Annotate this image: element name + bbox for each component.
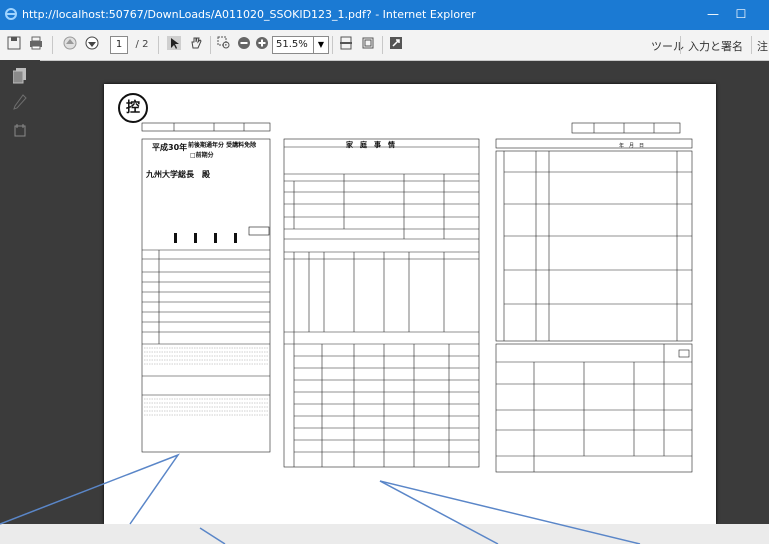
- next-page-icon[interactable]: [84, 36, 100, 54]
- window-title: http://localhost:50767/DownLoads/A011020…: [22, 8, 476, 21]
- read-mode-icon[interactable]: [388, 36, 404, 54]
- bookmark-pen-icon[interactable]: [12, 94, 28, 110]
- pdf-page: 平成30年 前後期通年分 受講料免除 □前期分 九州大学総長 殿 家 庭 事 情…: [104, 84, 716, 524]
- zoom-out-icon[interactable]: [236, 36, 252, 54]
- title-bar: http://localhost:50767/DownLoads/A011020…: [0, 0, 769, 30]
- toolbar-separator: [680, 36, 681, 54]
- print-icon[interactable]: [28, 36, 44, 54]
- form-year: 平成30年: [152, 143, 188, 152]
- toolbar-separator: [210, 36, 211, 54]
- form-title: 前後期通年分 受講料免除: [188, 142, 257, 149]
- page-thumbnails-icon[interactable]: [12, 68, 28, 84]
- zoom-dropdown-chevron-icon[interactable]: ▼: [313, 36, 329, 54]
- pdf-toolbar: 1 / 2 51.5% ▼ ツール 入力と署名 注: [0, 30, 769, 61]
- form-recipient: 九州大学総長 殿: [146, 170, 210, 179]
- navigation-rail: [0, 60, 40, 544]
- copy-stamp: 控: [118, 93, 148, 123]
- hand-tool-icon[interactable]: [188, 36, 204, 54]
- internet-explorer-icon: [5, 8, 17, 20]
- zoom-marquee-icon[interactable]: [216, 36, 232, 54]
- form-subtitle: □前期分: [190, 152, 214, 159]
- select-cursor-icon[interactable]: [166, 36, 182, 54]
- attachments-icon[interactable]: [12, 122, 28, 138]
- comment-menu[interactable]: 注: [757, 38, 768, 54]
- maximize-button[interactable]: ☐: [731, 4, 751, 24]
- minimize-button[interactable]: —: [703, 4, 723, 24]
- toolbar-separator: [751, 36, 752, 54]
- date-column-label: 年 月 日: [619, 143, 645, 149]
- status-bar: [0, 524, 769, 544]
- toolbar-separator: [52, 36, 53, 54]
- toolbar-separator: [332, 36, 333, 54]
- save-icon[interactable]: [6, 36, 22, 54]
- zoom-level-input[interactable]: 51.5%: [272, 36, 315, 54]
- fill-and-sign-menu[interactable]: 入力と署名: [688, 38, 743, 54]
- page-total-label: / 2: [135, 39, 149, 50]
- family-circumstances-heading: 家 庭 事 情: [346, 141, 395, 149]
- full-screen-icon[interactable]: [360, 36, 376, 54]
- zoom-in-icon[interactable]: [254, 36, 270, 54]
- fit-page-icon[interactable]: [338, 36, 354, 54]
- toolbar-separator: [382, 36, 383, 54]
- toolbar-separator: [158, 36, 159, 54]
- previous-page-icon[interactable]: [62, 36, 78, 54]
- page-number-input[interactable]: 1: [110, 36, 128, 54]
